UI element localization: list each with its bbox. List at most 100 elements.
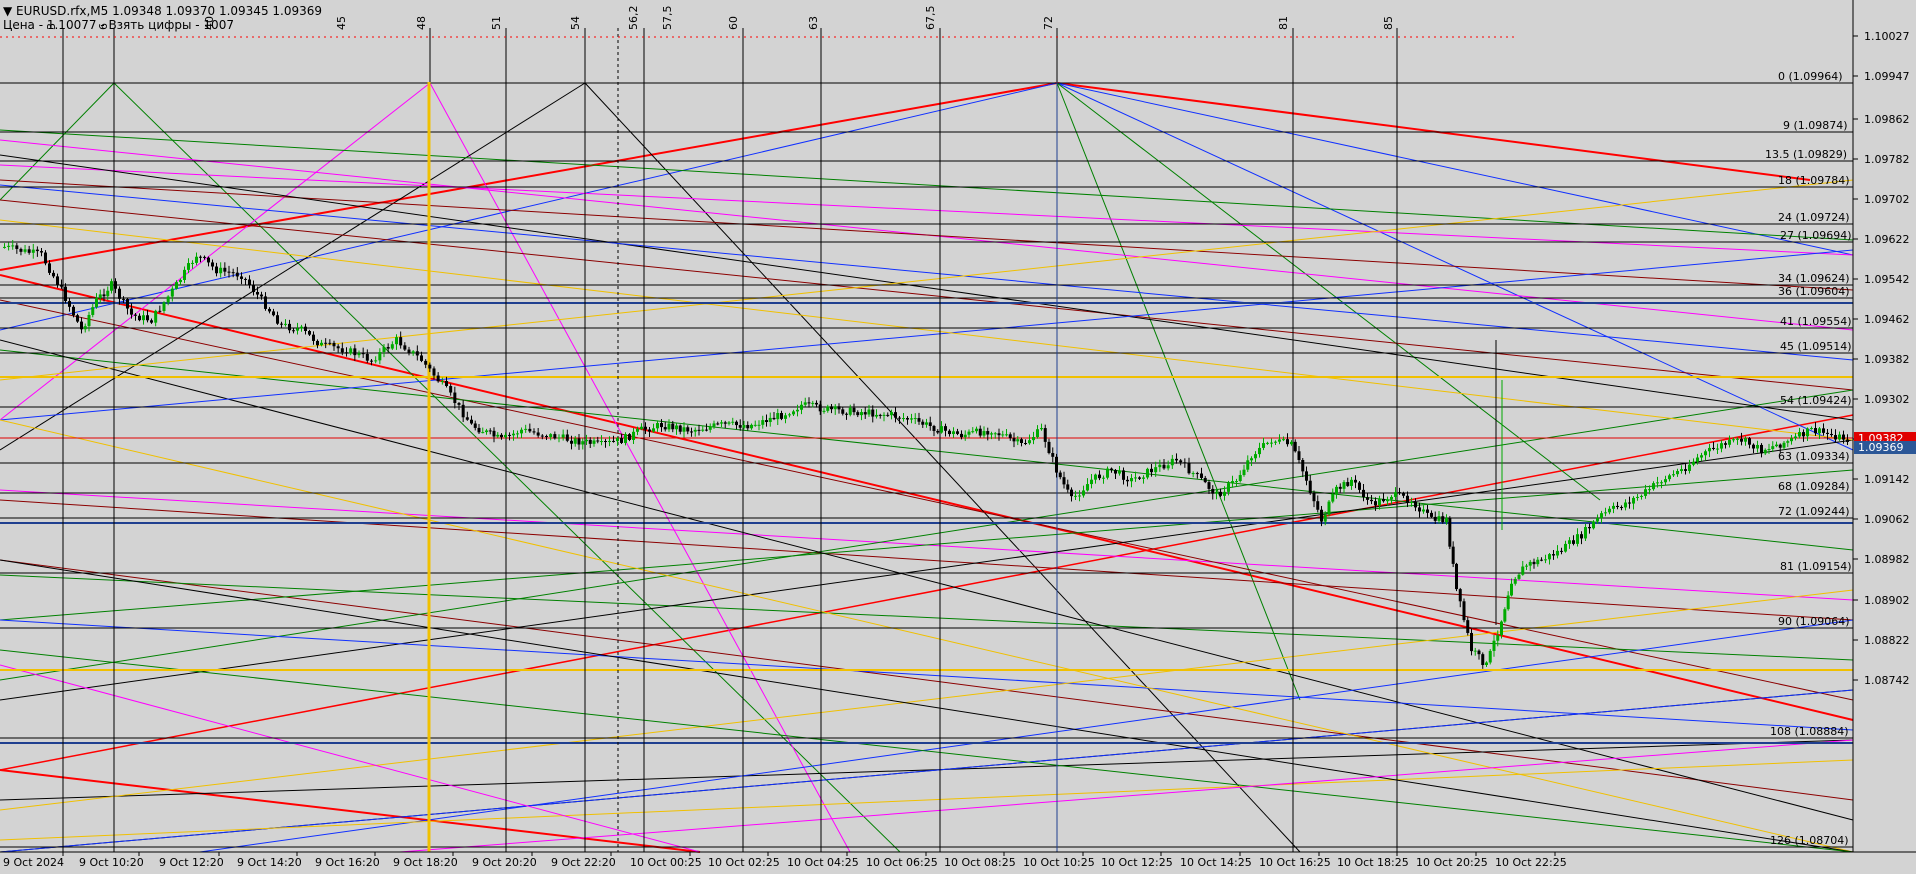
candle-body bbox=[215, 266, 218, 274]
candle-body bbox=[967, 431, 971, 435]
candle-body bbox=[1028, 440, 1031, 444]
candle-body bbox=[1308, 480, 1312, 493]
candle-body bbox=[1410, 501, 1413, 503]
candle-body bbox=[997, 433, 1001, 436]
candle-body bbox=[686, 427, 690, 432]
current-price-text: 1.09369 bbox=[1858, 441, 1904, 454]
candle-body bbox=[95, 297, 98, 308]
candle-body bbox=[1794, 436, 1797, 439]
candle-body bbox=[716, 423, 720, 425]
time-axis-label: 10 Oct 22:25 bbox=[1495, 856, 1567, 869]
price-chart[interactable]: 0 (1.09964) 9 (1.09874) 13.5 (1.09829) 18 (… bbox=[0, 0, 1916, 874]
candle-body bbox=[693, 429, 697, 432]
candle-body bbox=[48, 263, 51, 273]
candle-body bbox=[925, 422, 928, 425]
candle-body bbox=[1327, 501, 1331, 515]
candle-body bbox=[357, 353, 361, 356]
candle-body bbox=[540, 435, 544, 437]
candle-body bbox=[1286, 439, 1289, 445]
candle-body bbox=[1640, 495, 1643, 497]
candle-body bbox=[1110, 468, 1113, 471]
time-axis-label: 9 Oct 10:20 bbox=[79, 856, 144, 869]
candle-body bbox=[122, 298, 125, 300]
candle-body bbox=[1024, 442, 1027, 444]
candle-body bbox=[1316, 501, 1320, 510]
vertical-marker-label: 72 bbox=[1042, 16, 1055, 30]
candle-body bbox=[768, 417, 772, 423]
candle-body bbox=[386, 346, 390, 349]
candle-body bbox=[1503, 609, 1507, 622]
candle-body bbox=[1814, 428, 1817, 434]
candle-body bbox=[223, 267, 227, 272]
candle-body bbox=[118, 288, 121, 299]
candle-body bbox=[7, 245, 11, 247]
candle-body bbox=[1632, 497, 1635, 504]
candle-body bbox=[1154, 467, 1158, 473]
candle-body bbox=[848, 407, 852, 415]
candle-body bbox=[952, 431, 955, 435]
candle-body bbox=[1219, 491, 1222, 496]
level-label: 41 (1.09554) bbox=[1780, 315, 1852, 328]
candle-body bbox=[705, 429, 708, 431]
candle-body bbox=[304, 326, 307, 332]
candle-body bbox=[577, 438, 581, 445]
candle-body bbox=[1525, 565, 1528, 567]
time-axis-label: 10 Oct 18:25 bbox=[1337, 856, 1409, 869]
candle-body bbox=[312, 334, 315, 341]
candle-body bbox=[56, 276, 59, 286]
candle-body bbox=[1445, 518, 1448, 523]
candle-body bbox=[449, 386, 453, 393]
candle-body bbox=[815, 402, 818, 405]
candle-body bbox=[1262, 443, 1265, 448]
candle-body bbox=[231, 272, 235, 274]
candle-body bbox=[80, 321, 83, 330]
candle-body bbox=[993, 433, 997, 435]
candle-body bbox=[1032, 437, 1035, 441]
candle-body bbox=[504, 434, 507, 438]
candle-body bbox=[1532, 561, 1536, 565]
candle-body bbox=[1183, 462, 1187, 464]
candle-body bbox=[1394, 492, 1397, 497]
candle-body bbox=[600, 441, 603, 443]
candle-body bbox=[1437, 516, 1441, 521]
candle-body bbox=[800, 404, 803, 410]
candle-body bbox=[87, 314, 91, 327]
candle-body bbox=[1346, 482, 1350, 486]
candle-body bbox=[44, 252, 47, 264]
candle-body bbox=[765, 420, 768, 423]
candle-body bbox=[1628, 502, 1631, 504]
candle-body bbox=[917, 418, 921, 422]
candle-body bbox=[207, 257, 210, 263]
candle-body bbox=[1830, 433, 1833, 436]
candle-body bbox=[1223, 491, 1226, 496]
candle-body bbox=[35, 249, 39, 252]
vertical-marker-label: 56,2 bbox=[627, 6, 640, 31]
candle-body bbox=[1342, 482, 1346, 489]
candle-body bbox=[1775, 444, 1778, 447]
candle-body bbox=[60, 285, 63, 287]
candle-body bbox=[1362, 489, 1365, 498]
candle-body bbox=[1398, 492, 1401, 494]
candle-body bbox=[1656, 482, 1659, 484]
candle-body bbox=[91, 307, 95, 315]
candle-body bbox=[1740, 438, 1743, 442]
candle-body bbox=[971, 431, 975, 433]
candle-body bbox=[154, 310, 158, 323]
time-axis-label: 9 Oct 18:20 bbox=[393, 856, 458, 869]
candle-body bbox=[1293, 441, 1297, 452]
candle-body bbox=[187, 263, 190, 270]
candle-body bbox=[470, 419, 473, 424]
candle-body bbox=[1414, 501, 1417, 508]
candle-body bbox=[420, 355, 423, 361]
candle-body bbox=[1005, 434, 1008, 436]
candle-body bbox=[1386, 499, 1389, 502]
candle-body bbox=[990, 433, 993, 435]
candle-body bbox=[1778, 444, 1782, 448]
candle-body bbox=[1552, 554, 1555, 556]
candle-body bbox=[856, 412, 860, 416]
candle-body bbox=[882, 414, 886, 416]
candle-body bbox=[465, 417, 469, 420]
candle-body bbox=[1492, 640, 1496, 651]
candle-body bbox=[1211, 488, 1215, 494]
candle-body bbox=[1406, 495, 1409, 503]
